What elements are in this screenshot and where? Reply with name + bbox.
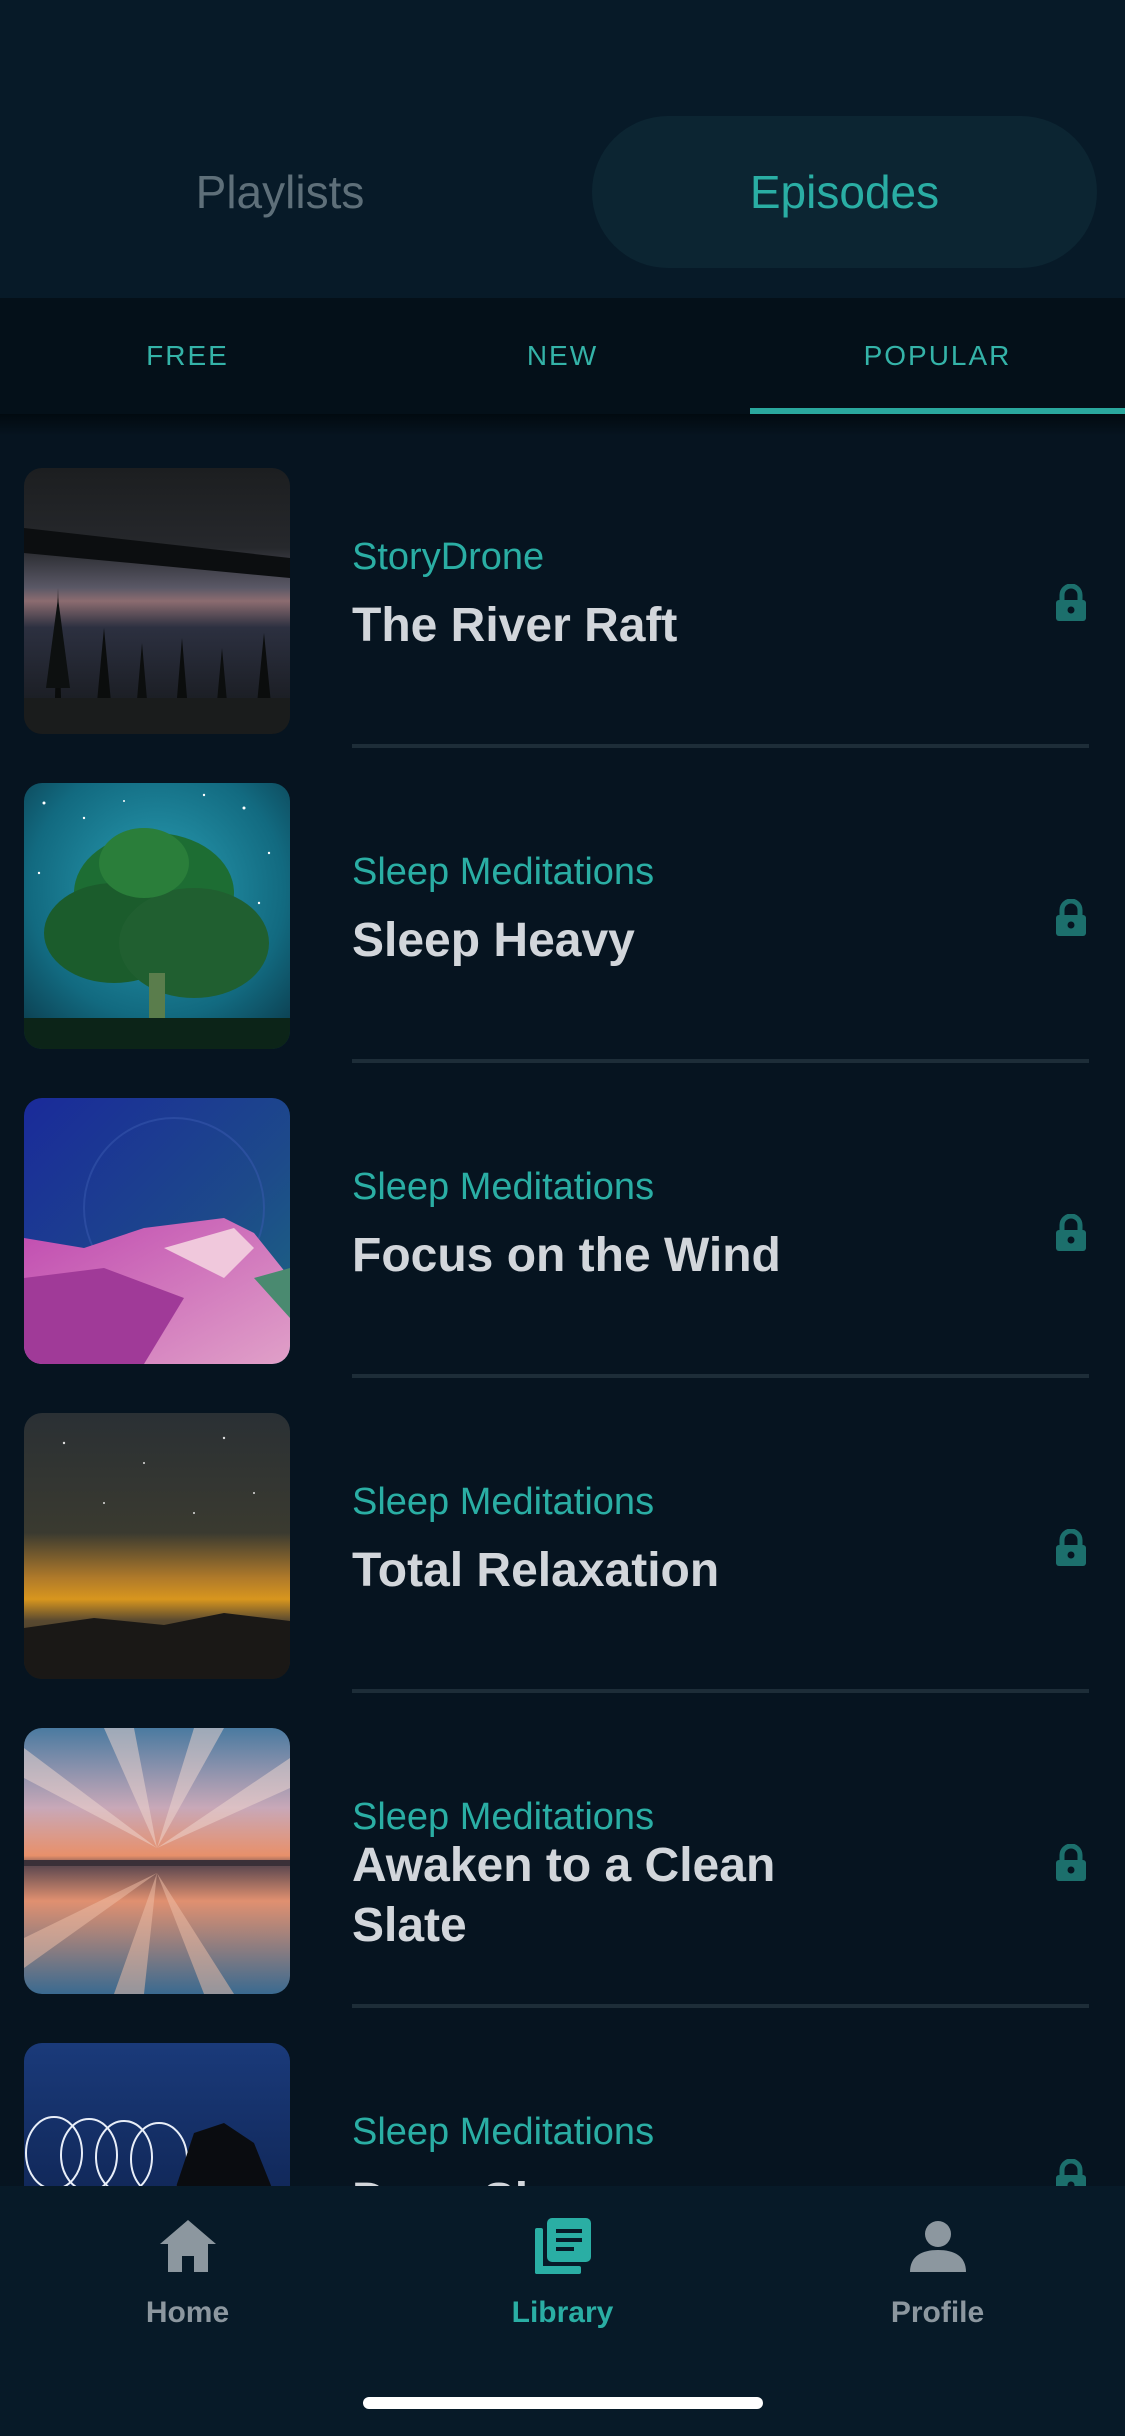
row-divider xyxy=(352,1059,1089,1063)
episode-thumbnail xyxy=(24,2043,290,2186)
nav-profile[interactable]: Profile xyxy=(750,2214,1125,2354)
show-name: Sleep Meditations xyxy=(352,2111,655,2153)
forest-reflection-image xyxy=(24,468,290,734)
episode-title: Deep Sleep xyxy=(352,2171,872,2186)
show-name: Sleep Meditations xyxy=(352,1481,655,1523)
night-horizon-image xyxy=(24,1413,290,1679)
pink-rocks-image xyxy=(24,1098,290,1364)
library-icon xyxy=(534,2218,591,2274)
episode-row[interactable]: Sleep Meditations Focus on the Wind xyxy=(0,1066,1125,1381)
tab-popular[interactable]: POPULAR xyxy=(750,298,1125,414)
sunrise-reflection-image xyxy=(24,1728,290,1994)
episode-thumbnail xyxy=(24,468,290,734)
lock-icon xyxy=(1056,2159,1086,2186)
episode-list[interactable]: StoryDrone The River Raft Sleep Meditati… xyxy=(0,436,1125,2186)
episode-thumbnail xyxy=(24,783,290,1049)
lock-icon xyxy=(1056,899,1086,936)
light-rings-image xyxy=(24,2043,290,2186)
starry-tree-image xyxy=(24,783,290,1049)
row-divider xyxy=(352,2004,1089,2008)
episode-title: Total Relaxation xyxy=(352,1544,720,1597)
episode-title: Sleep Heavy xyxy=(352,914,635,967)
show-name: StoryDrone xyxy=(352,536,545,578)
tab-new[interactable]: NEW xyxy=(375,298,750,414)
episode-title: Awaken to a Clean Slate xyxy=(352,1839,776,1952)
row-divider xyxy=(352,1374,1089,1378)
header-area: Playlists Episodes xyxy=(0,0,1125,298)
episode-thumbnail xyxy=(24,1728,290,1994)
episode-row[interactable]: Sleep Meditations Awaken to a Clean Slat… xyxy=(0,1696,1125,2011)
segment-episodes[interactable]: Episodes xyxy=(592,116,1097,268)
tab-free[interactable]: FREE xyxy=(0,298,375,414)
tab-shadow xyxy=(0,414,1125,436)
episode-row[interactable]: Sleep Meditations Sleep Heavy xyxy=(0,751,1125,1066)
show-name: Sleep Meditations xyxy=(352,1166,655,1208)
nav-profile-label: Profile xyxy=(890,2296,985,2329)
segment-playlists[interactable]: Playlists xyxy=(30,116,530,268)
episode-row[interactable]: StoryDrone The River Raft xyxy=(0,436,1125,751)
row-divider xyxy=(352,1689,1089,1693)
episode-row[interactable]: Sleep Meditations Total Relaxation xyxy=(0,1381,1125,1696)
lock-icon xyxy=(1056,584,1086,621)
category-tabs: FREE NEW POPULAR xyxy=(0,298,1125,414)
show-name: Sleep Meditations xyxy=(352,1796,655,1838)
profile-icon xyxy=(909,2221,966,2272)
nav-library[interactable]: Library xyxy=(375,2214,750,2354)
lock-icon xyxy=(1056,1844,1086,1881)
show-name: Sleep Meditations xyxy=(352,851,655,893)
episode-title: The River Raft xyxy=(352,599,678,652)
episode-row[interactable]: Sleep Meditations Deep Sleep xyxy=(0,2011,1125,2186)
home-icon xyxy=(159,2220,216,2272)
lock-icon xyxy=(1056,1214,1086,1251)
nav-home[interactable]: Home xyxy=(0,2214,375,2354)
episode-thumbnail xyxy=(24,1098,290,1364)
row-divider xyxy=(352,744,1089,748)
home-indicator xyxy=(363,2397,763,2409)
episode-title: Focus on the Wind xyxy=(352,1229,781,1282)
nav-library-label: Library xyxy=(511,2296,614,2329)
episode-thumbnail xyxy=(24,1413,290,1679)
nav-home-label: Home xyxy=(145,2296,230,2329)
lock-icon xyxy=(1056,1529,1086,1566)
